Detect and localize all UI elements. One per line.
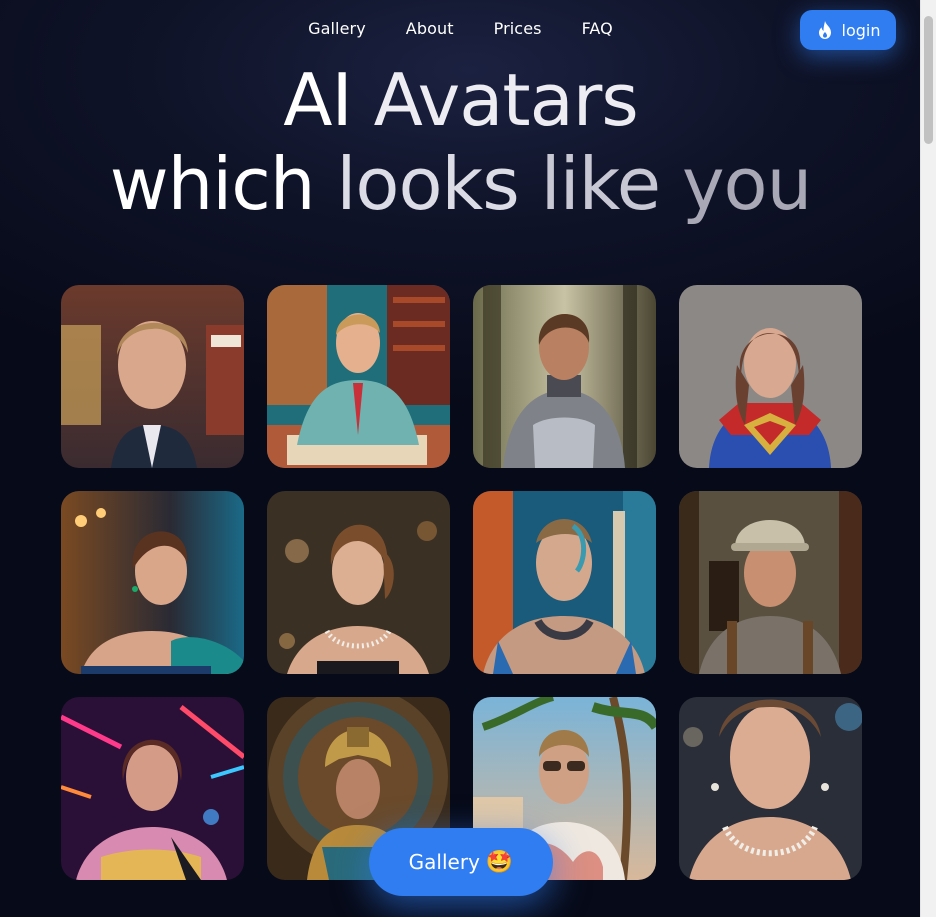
hero-title-line2: which looks like you: [0, 142, 921, 226]
avatar-image-man-in-suit[interactable]: [267, 285, 450, 468]
login-button[interactable]: login: [800, 10, 896, 50]
avatar-image-woman-pearls[interactable]: [267, 491, 450, 674]
flame-icon: [818, 21, 831, 39]
gallery-cta-label: Gallery: [408, 850, 480, 874]
hero-word: AI: [283, 58, 352, 142]
nav-link-about[interactable]: About: [406, 19, 454, 38]
hero-word: looks: [336, 142, 519, 226]
hero-word: which: [109, 142, 316, 226]
star-struck-emoji-icon: 🤩: [485, 849, 514, 875]
nav-link-gallery[interactable]: Gallery: [308, 19, 366, 38]
hero-word: Avatars: [373, 58, 639, 142]
avatar-image-woman-superhero[interactable]: [679, 285, 862, 468]
nav-link-faq[interactable]: FAQ: [582, 19, 613, 38]
top-nav: Gallery About Prices FAQ: [0, 19, 921, 38]
avatar-image-woman-teal-dress[interactable]: [61, 491, 244, 674]
hero-word: like: [540, 142, 661, 226]
avatar-image-woman-pearls-closeup[interactable]: [679, 697, 862, 880]
avatar-image-man-hard-hat[interactable]: [679, 491, 862, 674]
avatar-image-woman-neon[interactable]: [61, 697, 244, 880]
nav-link-prices[interactable]: Prices: [494, 19, 542, 38]
avatar-image-man-tattoos[interactable]: [473, 491, 656, 674]
hero-title-line1: AI Avatars: [0, 58, 921, 142]
avatar-gallery-grid: [61, 285, 862, 880]
scrollbar-thumb[interactable]: [924, 16, 933, 144]
avatar-image-woman-in-armor[interactable]: [473, 285, 656, 468]
login-label: login: [841, 20, 881, 40]
page-scrollbar[interactable]: [920, 0, 936, 917]
gallery-cta-button[interactable]: Gallery 🤩: [369, 828, 553, 896]
hero-word: you: [681, 142, 812, 226]
avatar-image-man-selfie[interactable]: [61, 285, 244, 468]
